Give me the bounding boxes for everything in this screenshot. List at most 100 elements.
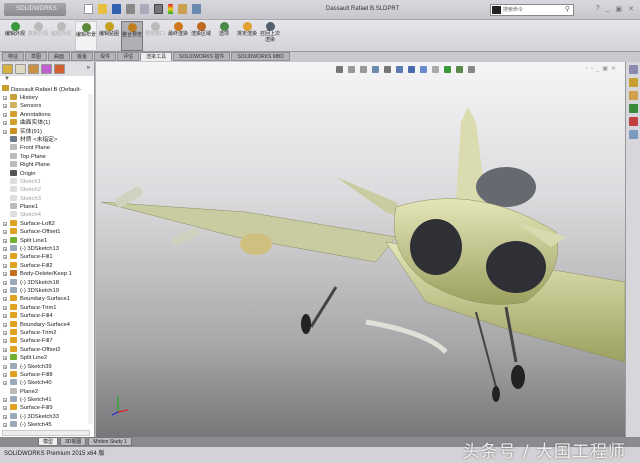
tree-item[interactable]: 材质 <未指定> <box>0 135 94 144</box>
tree-item[interactable]: + (-) Sketch45 <box>0 421 94 429</box>
file-properties-icon[interactable] <box>178 4 187 14</box>
tree-item[interactable]: + (-) Sketch39 <box>0 362 94 371</box>
close-icon[interactable]: ✕ <box>628 5 634 13</box>
dimxpert-tab[interactable] <box>41 64 52 74</box>
tree-item[interactable]: Sketch3 <box>0 194 94 203</box>
ribbon-button[interactable]: 编辑布景 <box>75 21 97 51</box>
command-tab[interactable]: 曲面 <box>48 52 71 61</box>
expand-toggle[interactable]: + <box>3 129 7 134</box>
minimize-icon[interactable]: _ <box>606 5 610 13</box>
tree-item[interactable]: + Split Line1 <box>0 236 94 245</box>
ribbon-button[interactable]: 编辑外观 <box>4 21 26 51</box>
search-commands-input[interactable]: 搜索命令 ⚲ <box>490 4 574 16</box>
tree-item[interactable]: + Surface-Fill2 <box>0 261 94 270</box>
ribbon-button[interactable]: 选项 <box>213 21 235 51</box>
expand-toggle[interactable]: + <box>3 121 7 126</box>
tree-item[interactable]: + Surface-Loft2 <box>0 219 94 228</box>
expand-toggle[interactable]: + <box>3 288 7 293</box>
solidworks-logo[interactable]: SOLIDWORKS <box>4 3 66 16</box>
bottom-tab[interactable]: 模型 <box>38 437 59 446</box>
tree-item[interactable]: + Annotations <box>0 110 94 119</box>
expand-toggle[interactable]: + <box>3 381 7 386</box>
tree-item[interactable]: Front Plane <box>0 144 94 152</box>
expand-toggle[interactable]: + <box>3 230 7 235</box>
ribbon-button[interactable]: 粘贴外观 <box>50 21 72 51</box>
tree-item[interactable]: Sketch4 <box>0 211 94 219</box>
feature-manager-tab[interactable] <box>2 64 13 74</box>
tree-item[interactable]: + (-) 3DSketch13 <box>0 245 94 253</box>
expand-toggle[interactable]: + <box>3 263 7 268</box>
command-tab[interactable]: 评估 <box>117 52 140 61</box>
expand-arrow-icon[interactable]: » <box>87 65 90 71</box>
expand-toggle[interactable]: + <box>3 339 7 344</box>
appearances-icon[interactable] <box>628 117 638 126</box>
bottom-tab[interactable]: 3D视图 <box>60 437 87 446</box>
expand-toggle[interactable]: + <box>3 280 7 285</box>
expand-toggle[interactable]: + <box>3 104 7 109</box>
tree-item[interactable]: Origin <box>0 169 94 178</box>
expand-toggle[interactable]: + <box>3 96 7 101</box>
rebuild-icon[interactable] <box>168 4 173 14</box>
ribbon-button[interactable]: 复制外观 <box>27 21 49 51</box>
command-tab[interactable]: SOLIDWORKS MBD <box>231 52 290 61</box>
ribbon-button[interactable]: 最终渲染 <box>167 21 189 51</box>
print-icon[interactable] <box>126 4 135 14</box>
solidworks-resources-icon[interactable] <box>628 65 638 74</box>
expand-toggle[interactable]: + <box>3 247 7 252</box>
tree-item[interactable]: Sketch2 <box>0 186 94 194</box>
expand-toggle[interactable]: + <box>3 272 7 277</box>
tree-item[interactable]: + Surface-Fill4 <box>0 312 94 320</box>
tree-item[interactable]: Sketch1 <box>0 177 94 186</box>
expand-toggle[interactable]: + <box>3 364 7 369</box>
command-tab[interactable]: 渲染工具 <box>140 52 173 61</box>
expand-toggle[interactable]: + <box>3 356 7 361</box>
expand-toggle[interactable]: + <box>3 372 7 377</box>
tree-item[interactable]: + 实体(91) <box>0 127 94 136</box>
tree-item[interactable]: + Surface-Offset2 <box>0 345 94 354</box>
tree-horizontal-scrollbar[interactable] <box>2 430 90 436</box>
open-file-icon[interactable] <box>98 4 107 14</box>
command-tab[interactable]: 特征 <box>2 52 25 61</box>
expand-toggle[interactable]: + <box>3 330 7 335</box>
tree-item[interactable]: + History <box>0 94 94 102</box>
tree-item[interactable]: Top Plane <box>0 152 94 161</box>
tree-item[interactable]: Right Plane <box>0 161 94 169</box>
expand-toggle[interactable]: + <box>3 314 7 319</box>
expand-toggle[interactable]: + <box>3 414 7 419</box>
expand-toggle[interactable]: + <box>3 255 7 260</box>
expand-toggle[interactable]: + <box>3 112 7 117</box>
tree-item[interactable]: + Sensors <box>0 102 94 110</box>
tree-item[interactable]: Plane2 <box>0 387 94 396</box>
undo-icon[interactable] <box>140 4 149 14</box>
tree-item[interactable]: + Surface-Fill7 <box>0 337 94 345</box>
display-manager-tab[interactable] <box>54 64 65 74</box>
search-icon[interactable]: ⚲ <box>565 5 570 15</box>
tree-item[interactable]: + Surface-Fill8 <box>0 370 94 379</box>
expand-toggle[interactable]: + <box>3 398 7 403</box>
tree-item[interactable]: + Surface-Trim2 <box>0 328 94 337</box>
design-library-icon[interactable] <box>628 78 638 87</box>
expand-toggle[interactable]: + <box>3 406 7 411</box>
expand-toggle[interactable]: + <box>3 297 7 302</box>
expand-toggle[interactable]: + <box>3 238 7 243</box>
command-tab[interactable]: SOLIDWORKS 插件 <box>173 52 231 61</box>
expand-toggle[interactable]: + <box>3 221 7 226</box>
tree-item[interactable]: + (-) Sketch40 <box>0 379 94 387</box>
command-tab[interactable]: 焊件 <box>94 52 117 61</box>
ribbon-button[interactable]: 渲染区域 <box>190 21 212 51</box>
filter-icon[interactable]: ▼ <box>0 76 94 85</box>
tree-item[interactable]: + Boundary-Surface1 <box>0 295 94 303</box>
ribbon-button[interactable]: 整合预览 <box>121 21 143 51</box>
options-icon[interactable] <box>192 4 201 14</box>
tree-item[interactable]: + Body-Delete/Keep 1 <box>0 270 94 278</box>
expand-toggle[interactable]: + <box>3 423 7 428</box>
tree-item[interactable]: + (-) Sketch41 <box>0 396 94 404</box>
expand-toggle[interactable]: + <box>3 322 7 327</box>
save-icon[interactable] <box>112 4 121 14</box>
view-palette-icon[interactable] <box>628 104 638 113</box>
tree-item[interactable]: + (-) 3DSketch19 <box>0 286 94 295</box>
select-icon[interactable] <box>154 4 163 14</box>
command-tab[interactable]: 钣金 <box>71 52 94 61</box>
tree-item[interactable]: + (-) 3DSketch18 <box>0 278 94 287</box>
tree-item[interactable]: + Surface-Fill1 <box>0 253 94 261</box>
